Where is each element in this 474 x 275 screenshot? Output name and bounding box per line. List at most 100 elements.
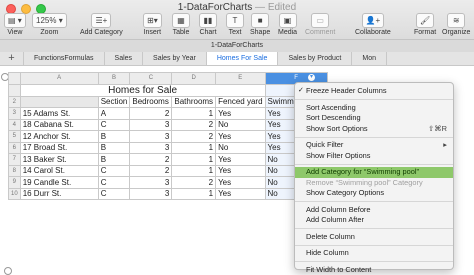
table-cell[interactable]: Yes	[216, 154, 265, 166]
sheet-name-header: 1-DataForCharts	[0, 40, 474, 52]
table-cell[interactable]: C	[98, 177, 130, 189]
column-menu-chevron-icon[interactable]: ▾	[307, 73, 316, 82]
chart-button[interactable]: ▮▮ Chart	[199, 13, 217, 39]
menu-freeze-header-columns[interactable]: ✓ Freeze Header Columns	[295, 86, 453, 97]
table-cell[interactable]: 2	[130, 108, 172, 120]
menu-divider	[295, 164, 453, 165]
header-cell[interactable]: Bedrooms	[130, 96, 172, 108]
menu-show-category-options[interactable]: Show Category Options	[295, 188, 453, 199]
row-header[interactable]: 5	[9, 131, 21, 143]
table-cell[interactable]: No	[216, 119, 265, 131]
column-header-b[interactable]: B	[98, 73, 130, 85]
menu-show-sort-options[interactable]: Show Sort Options ⇧⌘R	[295, 124, 453, 135]
table-cell[interactable]: 1	[172, 188, 216, 200]
view-button[interactable]: ▤ ▾ View	[4, 13, 26, 39]
table-cell[interactable]: C	[98, 119, 130, 131]
column-header-c[interactable]: C	[130, 73, 172, 85]
table-cell[interactable]: 3	[130, 131, 172, 143]
row-header[interactable]: 7	[9, 154, 21, 166]
table-cell[interactable]: 17 Broad St.	[20, 142, 98, 154]
column-header-e[interactable]: E	[216, 73, 265, 85]
column-header-a[interactable]: A	[20, 73, 98, 85]
table-cell[interactable]: 14 Carol St.	[20, 165, 98, 177]
menu-sort-descending[interactable]: Sort Descending	[295, 113, 453, 124]
table-cell[interactable]: 2	[130, 154, 172, 166]
menu-divider	[295, 245, 453, 246]
row-header[interactable]: 6	[9, 142, 21, 154]
table-cell[interactable]: 3	[130, 119, 172, 131]
table-cell[interactable]: 3	[130, 177, 172, 189]
menu-delete-column[interactable]: Delete Column	[295, 232, 453, 243]
table-cell[interactable]: B	[98, 154, 130, 166]
table-row: 919 Candle St.C32YesNo	[9, 177, 328, 189]
menu-add-category[interactable]: Add Category for “Swimming pool”	[295, 167, 453, 178]
header-cell[interactable]	[20, 96, 98, 108]
menu-add-column-before[interactable]: Add Column Before	[295, 205, 453, 216]
row-header[interactable]	[9, 84, 21, 96]
row-header[interactable]: 10	[9, 188, 21, 200]
zoom-button[interactable]: 125% ▾ Zoom	[32, 13, 67, 39]
media-button[interactable]: ▣ Media	[278, 13, 297, 39]
table-cell[interactable]: Yes	[216, 188, 265, 200]
table-cell[interactable]: 2	[172, 177, 216, 189]
tab-functionsformulas[interactable]: FunctionsFormulas	[24, 52, 105, 65]
table-cell[interactable]: Yes	[216, 177, 265, 189]
table-cell[interactable]: 16 Durr St.	[20, 188, 98, 200]
menu-hide-column[interactable]: Hide Column	[295, 248, 453, 259]
tab-sales[interactable]: Sales	[105, 52, 144, 65]
table-button[interactable]: ▦ Table	[172, 13, 190, 39]
table-cell[interactable]: 15 Adams St.	[20, 108, 98, 120]
table-cell[interactable]: Yes	[216, 131, 265, 143]
insert-button[interactable]: ⊞▾ Insert	[143, 13, 162, 39]
table-cell[interactable]: 1	[172, 154, 216, 166]
row-header[interactable]: 4	[9, 119, 21, 131]
table-cell[interactable]: 2	[130, 165, 172, 177]
tab-homes-for-sale[interactable]: Homes For Sale	[207, 52, 279, 65]
tab-sales-by-product[interactable]: Sales by Product	[278, 52, 352, 65]
table-cell[interactable]: C	[98, 188, 130, 200]
row-header[interactable]: 3	[9, 108, 21, 120]
header-cell[interactable]: Fenced yard	[216, 96, 265, 108]
table-resize-handle[interactable]	[4, 267, 12, 275]
table-cell[interactable]: A	[98, 108, 130, 120]
menu-quick-filter[interactable]: Quick Filter ▸	[295, 140, 453, 151]
menu-show-filter-options[interactable]: Show Filter Options	[295, 151, 453, 162]
table-cell[interactable]: C	[98, 165, 130, 177]
table-cell[interactable]: 2	[172, 119, 216, 131]
table-cell[interactable]: No	[216, 142, 265, 154]
table-cell[interactable]: 1	[172, 142, 216, 154]
table-cell[interactable]: 1	[172, 165, 216, 177]
table-cell[interactable]: Yes	[216, 165, 265, 177]
row-header[interactable]: 8	[9, 165, 21, 177]
table-cell[interactable]: B	[98, 142, 130, 154]
add-category-button[interactable]: ☰+ Add Category	[80, 13, 123, 39]
table-cell[interactable]: 1	[172, 108, 216, 120]
menu-add-column-after[interactable]: Add Column After	[295, 215, 453, 226]
table-cell[interactable]: Yes	[216, 108, 265, 120]
shape-button[interactable]: ■ Shape	[250, 13, 270, 39]
table-cell[interactable]: 13 Baker St.	[20, 154, 98, 166]
table-cell[interactable]: 2	[172, 131, 216, 143]
header-cell[interactable]: Section	[98, 96, 130, 108]
row-header[interactable]: 9	[9, 177, 21, 189]
format-button[interactable]: 🖌 Format	[414, 13, 436, 39]
tab-sales-by-year[interactable]: Sales by Year	[143, 52, 207, 65]
table-cell[interactable]: 3	[130, 142, 172, 154]
table-cell[interactable]: 19 Candle St.	[20, 177, 98, 189]
text-button[interactable]: T Text	[226, 13, 244, 39]
table-cell[interactable]: B	[98, 131, 130, 143]
tab-mon[interactable]: Mon	[352, 52, 387, 65]
table-title[interactable]: Homes for Sale	[20, 84, 265, 96]
column-header-d[interactable]: D	[172, 73, 216, 85]
collaborate-button[interactable]: 👤+ Collaborate	[355, 13, 391, 39]
row-header[interactable]: 2	[9, 96, 21, 108]
comment-button[interactable]: ▭ Comment	[305, 13, 335, 39]
table-cell[interactable]: 12 Anchor St.	[20, 131, 98, 143]
menu-sort-ascending[interactable]: Sort Ascending	[295, 103, 453, 114]
organize-button[interactable]: ≋ Organize	[442, 13, 470, 39]
document-status: Edited	[268, 2, 296, 13]
table-cell[interactable]: 18 Cabana St.	[20, 119, 98, 131]
table-cell[interactable]: 3	[130, 188, 172, 200]
header-cell[interactable]: Bathrooms	[172, 96, 216, 108]
add-sheet-button[interactable]: +	[0, 52, 24, 65]
